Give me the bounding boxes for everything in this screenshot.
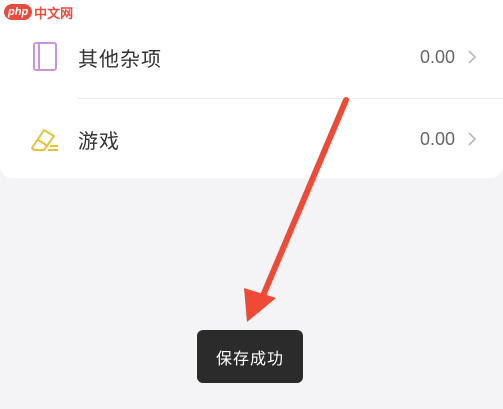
watermark-logo: php xyxy=(4,4,33,20)
category-row-misc[interactable]: 其他杂项 0.00 xyxy=(0,16,503,98)
chevron-right-icon xyxy=(468,50,477,64)
category-row-games[interactable]: 游戏 0.00 xyxy=(0,98,503,180)
category-list-card: 其他杂项 0.00 游戏 0.00 xyxy=(0,0,503,178)
category-amount: 0.00 xyxy=(419,46,455,67)
watermark-text: 中文网 xyxy=(34,6,74,22)
category-amount: 0.00 xyxy=(419,128,455,149)
toast-message: 保存成功 xyxy=(215,348,284,368)
category-label: 游戏 xyxy=(78,128,120,153)
eraser-icon xyxy=(31,129,58,151)
save-success-toast: 保存成功 xyxy=(197,330,303,383)
watermark: php 中文网 xyxy=(4,3,74,22)
notebook-icon xyxy=(33,42,57,71)
category-label: 其他杂项 xyxy=(78,46,162,71)
chevron-right-icon xyxy=(468,132,477,146)
